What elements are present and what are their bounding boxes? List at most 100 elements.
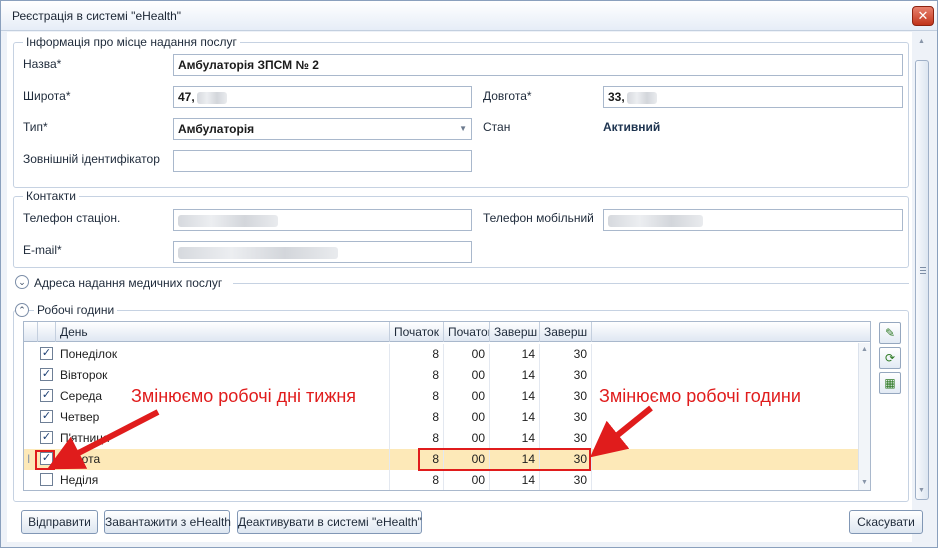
tools-icon: ✎ [884,326,896,340]
row-checkbox[interactable]: ✓ [40,431,53,444]
phone-redacted [178,214,278,227]
column-header-end-minute[interactable]: Заверш [540,322,592,342]
row-checkbox[interactable]: ✓ [40,347,53,360]
end-hour-cell[interactable]: 14 [490,386,540,407]
name-input[interactable]: Амбулаторія ЗПСМ № 2 [173,54,903,76]
checkmark-icon: ✓ [41,347,52,359]
type-combobox[interactable]: Амбулаторія ▼ [173,118,472,140]
calendar-button[interactable]: ▦ [879,372,901,394]
annotation-days: Змінюємо робочі дні тижня [131,386,357,406]
email-input[interactable] [173,241,472,263]
name-label: Назва* [23,57,62,71]
column-header-day[interactable]: День [56,322,390,342]
scroll-up-icon[interactable]: ▲ [861,346,868,353]
start-minute-cell[interactable]: 00 [444,344,490,365]
main-scrollbar[interactable]: ▲ ▼ [913,32,931,502]
table-row[interactable]: Неділя 8 00 14 30 [24,470,870,490]
chevron-down-icon: ⌄ [18,277,26,287]
scroll-down-icon[interactable]: ▼ [918,487,925,494]
end-minute-cell[interactable]: 30 [540,428,592,449]
highlight-checkbox-box [35,450,55,470]
grid-header-indicator [24,322,38,342]
start-hour-cell[interactable]: 8 [390,365,444,386]
day-cell[interactable]: Понеділок [56,344,390,365]
end-minute-cell[interactable]: 30 [540,470,592,490]
cancel-button[interactable]: Скасувати [849,510,923,534]
start-hour-cell[interactable]: 8 [390,344,444,365]
external-id-input[interactable] [173,150,472,172]
send-button[interactable]: Відправити [21,510,98,534]
end-minute-cell[interactable]: 30 [540,344,592,365]
end-hour-cell[interactable]: 14 [490,365,540,386]
row-checkbox[interactable] [40,473,53,486]
longitude-value: 33, [608,90,625,104]
close-button[interactable]: ✕ [912,6,934,26]
checkmark-icon: ✓ [41,410,52,422]
start-hour-cell[interactable]: 8 [390,470,444,490]
checkmark-icon: ✓ [41,431,52,443]
start-hour-cell[interactable]: 8 [390,407,444,428]
type-value: Амбулаторія [178,122,255,136]
start-minute-cell[interactable]: 00 [444,365,490,386]
phone-input[interactable] [173,209,472,231]
refresh-icon: ⟳ [884,351,896,365]
day-cell[interactable]: Четвер [56,407,390,428]
column-header-start-hour[interactable]: Початок [390,322,444,342]
table-row[interactable]: ✓ П'ятниця 8 00 14 30 [24,428,870,449]
table-row[interactable]: ✓ Вівторок 8 00 14 30 [24,365,870,386]
scroll-up-icon[interactable]: ▲ [918,38,925,45]
checkmark-icon: ✓ [41,389,52,401]
latitude-label: Широта* [23,89,71,103]
row-checkbox[interactable]: ✓ [40,410,53,423]
scroll-down-icon[interactable]: ▼ [861,479,868,486]
longitude-input[interactable]: 33, [603,86,903,108]
collapse-work-hours-button[interactable]: ⌃ [15,303,29,317]
edit-tools-button[interactable]: ✎ [879,322,901,344]
start-hour-cell[interactable]: 8 [390,428,444,449]
external-id-label: Зовнішній ідентифікатор [23,152,160,166]
day-cell[interactable]: Вівторок [56,365,390,386]
start-minute-cell[interactable]: 00 [444,428,490,449]
grid-scrollbar[interactable]: ▲ ▼ [858,343,870,490]
contacts-legend: Контакти [23,189,79,203]
checkmark-icon: ✓ [41,368,52,380]
annotation-hours: Змінюємо робочі години [599,386,801,406]
table-row[interactable]: ✓ Четвер 8 00 14 30 [24,407,870,428]
day-cell[interactable]: П'ятниця [56,428,390,449]
refresh-button[interactable]: ⟳ [879,347,901,369]
end-minute-cell[interactable]: 30 [540,365,592,386]
window-title: Реєстрація в системі "eHealth" [12,9,182,23]
status-value: Активний [603,120,661,134]
deactivate-button[interactable]: Деактивувати в системі "eHealth" [237,510,422,534]
start-hour-cell[interactable]: 8 [390,386,444,407]
start-minute-cell[interactable]: 00 [444,470,490,490]
load-from-ehealth-button[interactable]: Завантажити з eHealth [104,510,231,534]
scrollbar-thumb[interactable] [915,60,929,500]
column-header-start-minute[interactable]: Початок [444,322,490,342]
end-minute-cell[interactable]: 30 [540,386,592,407]
latitude-input[interactable]: 47, [173,86,472,108]
longitude-label: Довгота* [483,89,532,103]
day-cell[interactable]: Субота [56,449,390,470]
end-hour-cell[interactable]: 14 [490,428,540,449]
row-checkbox[interactable]: ✓ [40,389,53,402]
row-checkbox[interactable]: ✓ [40,368,53,381]
end-minute-cell[interactable]: 30 [540,407,592,428]
phone-label: Телефон стаціон. [23,211,121,225]
column-header-end-hour[interactable]: Заверш [490,322,540,342]
dialog-window: Реєстрація в системі "eHealth" ✕ Інформа… [0,0,938,548]
end-hour-cell[interactable]: 14 [490,407,540,428]
day-cell[interactable]: Неділя [56,470,390,490]
title-bar: Реєстрація в системі "eHealth" ✕ [1,1,937,31]
type-label: Тип* [23,120,48,134]
end-hour-cell[interactable]: 14 [490,344,540,365]
highlight-hours-box [418,448,591,471]
table-row[interactable]: ✓ Понеділок 8 00 14 30 [24,344,870,365]
latitude-value: 47, [178,90,195,104]
expand-address-button[interactable]: ⌄ [15,275,29,289]
chevron-down-icon[interactable]: ▼ [459,119,467,139]
end-hour-cell[interactable]: 14 [490,470,540,490]
start-minute-cell[interactable]: 00 [444,407,490,428]
mobile-input[interactable] [603,209,903,231]
start-minute-cell[interactable]: 00 [444,386,490,407]
